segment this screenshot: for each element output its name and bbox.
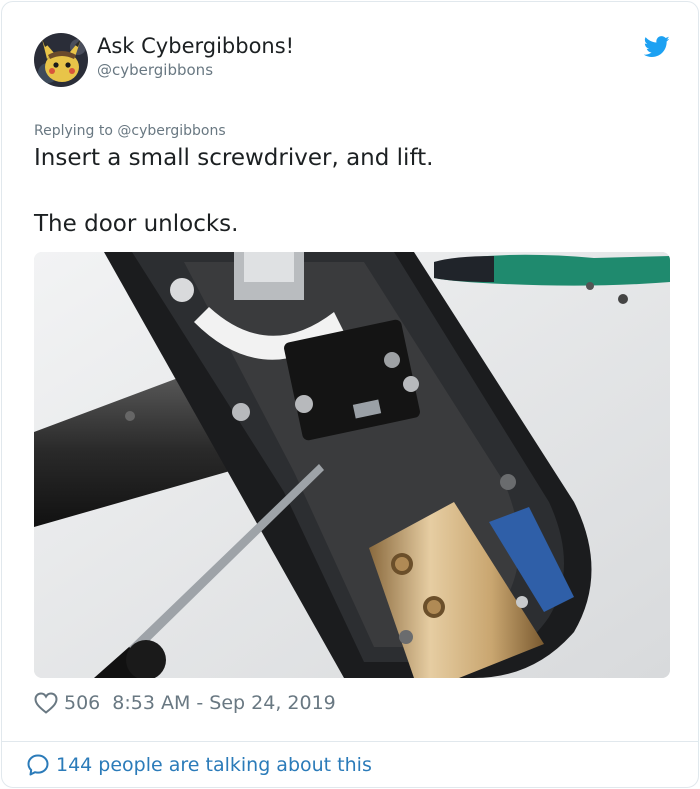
twitter-bird-icon[interactable] — [643, 36, 670, 58]
tweet-text-line-2: The door unlocks. — [34, 211, 239, 237]
tweet-card: Ask Cybergibbons! @cybergibbons Replying… — [1, 1, 699, 788]
like-count[interactable]: 506 — [64, 692, 100, 714]
tweet-photo[interactable] — [34, 252, 670, 678]
conversation-link[interactable]: 144 people are talking about this — [26, 753, 372, 777]
avatar[interactable] — [34, 33, 88, 87]
replying-to[interactable]: Replying to @cybergibbons — [34, 123, 226, 139]
divider — [2, 741, 698, 742]
display-name[interactable]: Ask Cybergibbons! — [97, 34, 294, 58]
tweet-meta: 506 8:53 AM - Sep 24, 2019 — [34, 690, 336, 716]
tweet-timestamp[interactable]: 8:53 AM - Sep 24, 2019 — [112, 692, 336, 714]
speech-bubble-icon — [26, 753, 50, 777]
talking-about-text[interactable]: 144 people are talking about this — [56, 754, 372, 776]
user-handle[interactable]: @cybergibbons — [97, 61, 213, 79]
tweet-text-line-1: Insert a small screwdriver, and lift. — [34, 145, 434, 171]
heart-icon[interactable] — [34, 692, 58, 714]
